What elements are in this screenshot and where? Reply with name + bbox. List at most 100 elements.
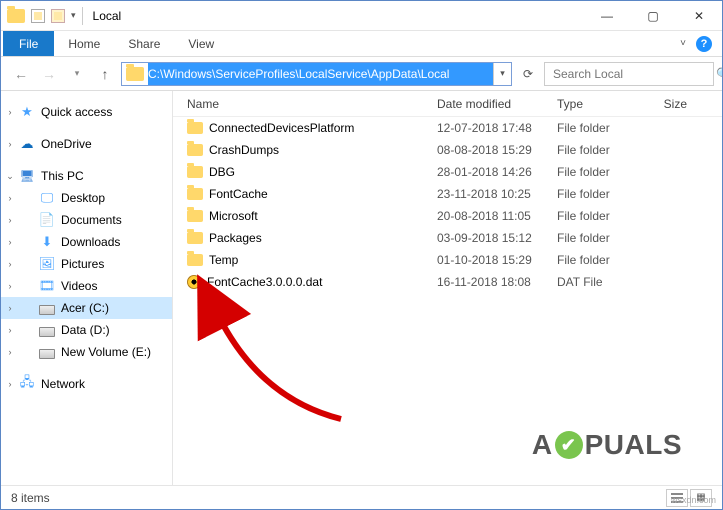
file-type: File folder [557,121,647,135]
address-dropdown-chevron-icon[interactable]: ▾ [493,63,511,85]
watermark-text: A [532,429,553,461]
network-icon [19,376,35,392]
search-input[interactable] [551,66,710,82]
folder-icon [187,232,203,244]
chevron-down-icon[interactable]: ⌄ [5,171,15,182]
watermark-logo-icon: ✔ [555,431,583,459]
tab-share[interactable]: Share [114,31,174,56]
watermark: A ✔ PUALS [532,429,682,461]
nav-forward-icon: → [37,62,61,86]
watermark-text: PUALS [585,429,682,461]
nav-label: Quick access [41,105,112,119]
nav-back-icon[interactable]: ← [9,62,33,86]
file-type: File folder [557,165,647,179]
nav-pane: › Quick access › OneDrive ⌄ This PC [1,91,173,485]
col-size[interactable]: Size [647,97,687,111]
file-type: File folder [557,209,647,223]
drive-icon [39,349,55,359]
folder-icon [187,144,203,156]
file-type: File folder [557,253,647,267]
file-date: 12-07-2018 17:48 [437,121,557,135]
window-title: Local [93,9,122,23]
ribbon-tabs: File Home Share View ˅ ? [1,31,722,57]
file-type: DAT File [557,275,647,289]
file-name: Packages [209,231,262,245]
close-button[interactable]: ✕ [676,1,722,30]
table-row[interactable]: Packages03-09-2018 15:12File folder [173,227,722,249]
table-row[interactable]: CrashDumps08-08-2018 15:29File folder [173,139,722,161]
file-name: FontCache3.0.0.0.dat [207,275,322,289]
file-date: 23-11-2018 10:25 [437,187,557,201]
file-type: File folder [557,187,647,201]
file-date: 16-11-2018 18:08 [437,275,557,289]
file-type: File folder [557,231,647,245]
app-folder-icon [7,9,25,23]
dat-file-icon [187,275,201,289]
pictures-icon [39,256,55,272]
status-item-count: 8 items [11,491,50,505]
nav-drive-c[interactable]: ›Acer (C:) [1,297,172,319]
table-row[interactable]: ConnectedDevicesPlatform 12-07-2018 17:48… [173,117,722,139]
qat-newfolder-icon[interactable] [51,9,65,23]
table-row[interactable]: DBG28-01-2018 14:26File folder [173,161,722,183]
nav-label: Downloads [61,235,120,249]
file-name: CrashDumps [209,143,279,157]
nav-label: Pictures [61,257,104,271]
file-name: ConnectedDevicesPlatform [209,121,354,135]
nav-onedrive[interactable]: › OneDrive [1,133,172,155]
ribbon-expand-chevron-icon[interactable]: ˅ [680,38,686,49]
chevron-right-icon[interactable]: › [5,107,15,117]
file-list[interactable]: Name Date modified Type Size ConnectedDe… [173,91,722,485]
col-name[interactable]: Name [187,97,437,111]
nav-label: Network [41,377,85,391]
qat-customize-chevron-icon[interactable]: ▾ [71,10,76,21]
column-headers: Name Date modified Type Size [173,91,722,117]
tab-view[interactable]: View [174,31,228,56]
nav-drive-e[interactable]: ›New Volume (E:) [1,341,172,363]
address-input[interactable] [148,63,493,85]
nav-recent-chevron-icon[interactable]: ▾ [65,62,89,86]
nav-documents[interactable]: ›Documents [1,209,172,231]
nav-quick-access[interactable]: › Quick access [1,101,172,123]
col-type[interactable]: Type [557,97,647,111]
navbar: ← → ▾ ↑ ▾ ⟳ 🔍 [1,57,722,91]
address-folder-icon [126,67,144,81]
nav-label: Videos [61,279,97,293]
tab-home[interactable]: Home [54,31,114,56]
nav-videos[interactable]: ›Videos [1,275,172,297]
nav-drive-d[interactable]: ›Data (D:) [1,319,172,341]
drive-icon [39,327,55,337]
nav-desktop[interactable]: ›Desktop [1,187,172,209]
col-date[interactable]: Date modified [437,97,557,111]
nav-this-pc[interactable]: ⌄ This PC [1,165,172,187]
address-bar[interactable]: ▾ [121,62,512,86]
tab-file[interactable]: File [3,31,54,56]
qat-properties-icon[interactable] [31,9,45,23]
nav-up-icon[interactable]: ↑ [93,62,117,86]
table-row[interactable]: Temp01-10-2018 15:29File folder [173,249,722,271]
chevron-right-icon[interactable]: › [5,139,15,149]
chevron-right-icon[interactable]: › [5,379,15,389]
nav-downloads[interactable]: ›Downloads [1,231,172,253]
file-name: DBG [209,165,235,179]
search-icon: 🔍 [716,67,723,81]
table-row[interactable]: FontCache3.0.0.0.dat 16-11-2018 18:08DAT … [173,271,722,293]
nav-network[interactable]: › Network [1,373,172,395]
minimize-button[interactable]: — [584,1,630,30]
search-box[interactable]: 🔍 [544,62,714,86]
pc-icon [19,168,35,184]
nav-label: Data (D:) [61,323,110,337]
help-icon[interactable]: ? [696,36,712,52]
downloads-icon [39,234,55,250]
folder-icon [187,188,203,200]
maximize-button[interactable]: ▢ [630,1,676,30]
drive-icon [39,305,55,315]
table-row[interactable]: FontCache23-11-2018 10:25File folder [173,183,722,205]
qat-separator [82,7,83,25]
titlebar: ▾ Local — ▢ ✕ [1,1,722,31]
refresh-icon[interactable]: ⟳ [516,62,540,86]
folder-icon [187,122,203,134]
nav-pictures[interactable]: ›Pictures [1,253,172,275]
table-row[interactable]: Microsoft20-08-2018 11:05File folder [173,205,722,227]
corner-credit: wsxdn.com [671,495,716,505]
